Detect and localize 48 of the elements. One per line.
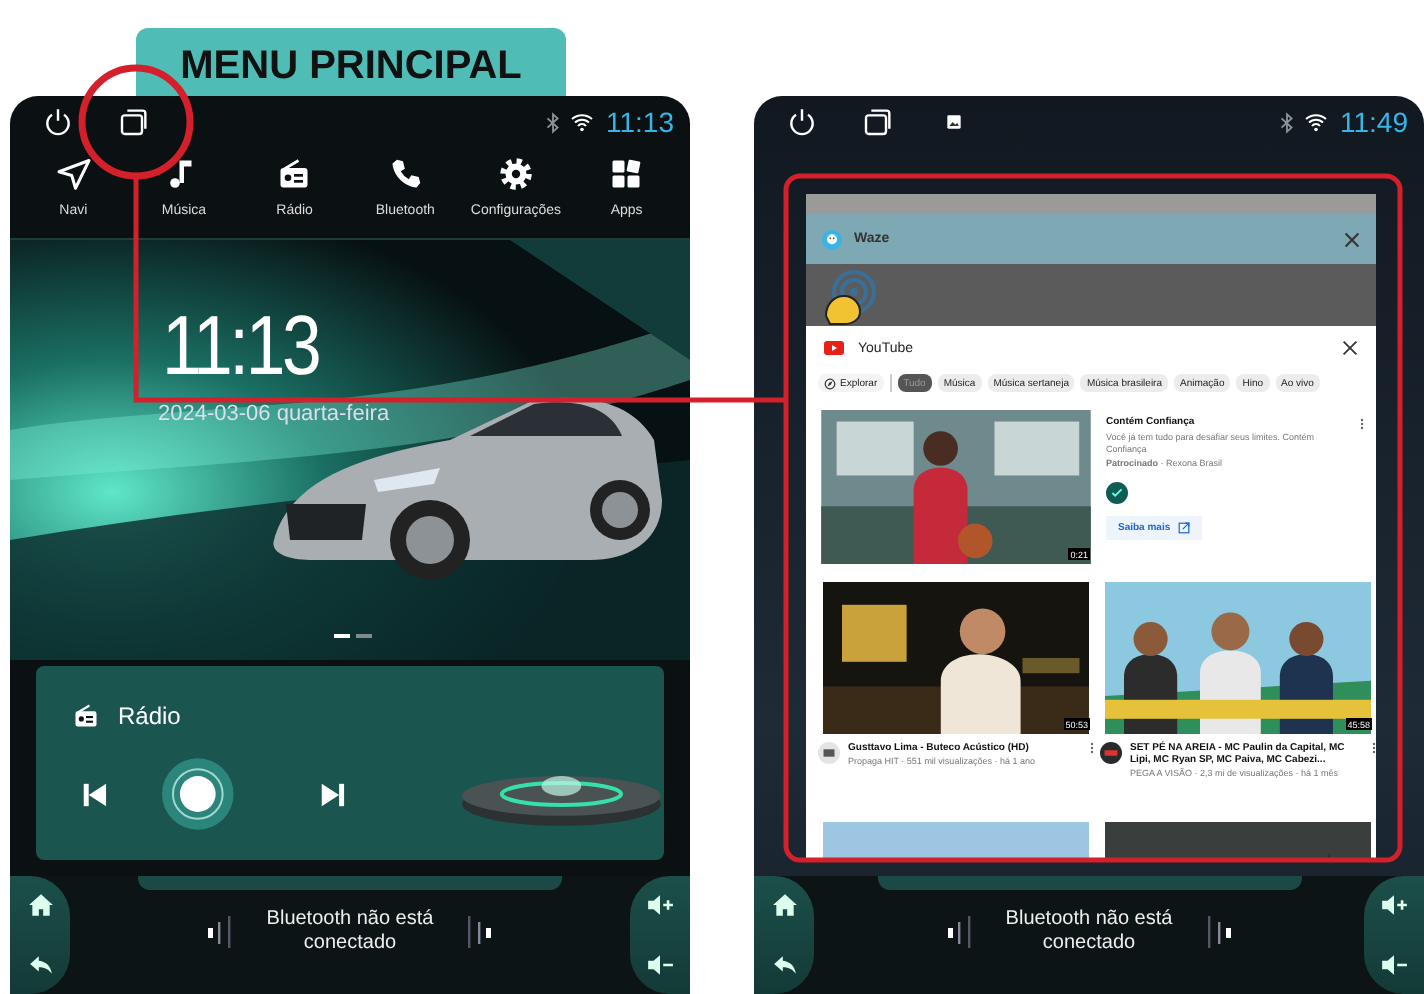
level-bars-icon [1205,916,1233,948]
close-icon[interactable] [1342,340,1358,356]
back-icon[interactable] [771,951,797,978]
play-button[interactable] [161,758,234,830]
bluetooth-status: Bluetooth não está conectado [264,908,436,956]
volume-down-icon[interactable] [1380,951,1408,978]
status-time: 11:49 [1340,106,1408,138]
level-bars-icon [466,916,494,948]
volume-down-icon[interactable] [646,951,674,978]
clock-date: 2024-03-06 quarta-feira [158,402,390,426]
handle-tab[interactable] [138,876,562,890]
waze-logo-icon [822,268,878,328]
radio-title: Rádio [118,702,181,730]
status-time: 11:13 [606,106,674,138]
radio-icon [72,702,100,730]
gear-icon [497,156,534,192]
power-icon[interactable] [786,106,818,138]
bluetooth-status: Bluetooth não está conectado [1003,908,1175,956]
previous-icon[interactable] [80,779,110,809]
channel-avatar-icon [1100,742,1122,764]
navigation-arrow-icon [55,156,92,192]
wifi-icon [1304,110,1328,134]
recent-apps-icon[interactable] [862,106,894,138]
bluetooth-icon [542,111,564,133]
apps-grid-icon [608,156,645,192]
phone-icon [387,156,424,192]
level-bars-icon [945,916,973,948]
external-link-icon [1178,521,1191,533]
radio-icon [276,156,313,192]
volume-up-icon[interactable] [646,892,674,919]
recent-apps-icon[interactable] [118,106,150,138]
waze-icon [822,229,842,249]
bluetooth-icon [1276,111,1298,133]
handle-tab[interactable] [877,876,1301,890]
home-icon[interactable] [27,892,53,919]
power-icon[interactable] [42,106,74,138]
home-icon[interactable] [771,892,797,919]
volume-up-icon[interactable] [1380,892,1408,919]
wifi-icon [570,110,594,134]
back-icon[interactable] [27,951,53,978]
next-icon[interactable] [317,779,348,809]
menu-title: MENU PRINCIPAL [136,28,566,96]
level-bars-icon [206,916,234,948]
channel-avatar-icon [818,742,840,764]
video-app-icon [824,340,844,356]
clock-time: 11:13 [162,302,319,390]
compass-icon [824,377,836,389]
brand-avatar-icon [1106,481,1128,503]
